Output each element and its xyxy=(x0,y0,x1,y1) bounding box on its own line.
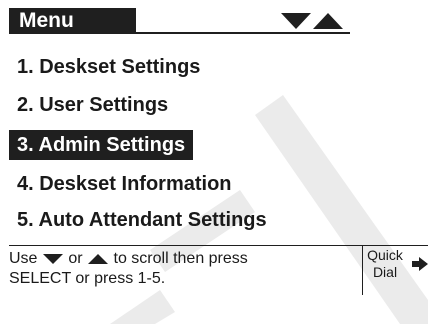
menu-item-label: 5. Auto Attendant Settings xyxy=(17,209,267,231)
menu-item-deskset-settings[interactable]: 1. Deskset Settings xyxy=(9,52,208,82)
menu-item-admin-settings[interactable]: 3. Admin Settings xyxy=(9,130,194,160)
menu-item-label: 2. User Settings xyxy=(17,94,169,116)
menu-item-user-settings[interactable]: 2. User Settings xyxy=(9,90,176,120)
phone-display: Menu 1. Deskset Settings 2. User Setting… xyxy=(0,0,428,324)
right-arrow-icon xyxy=(412,257,428,271)
divider xyxy=(9,245,428,246)
menu-item-label: 3. Admin Settings xyxy=(17,134,186,156)
softkey-label-line1: Quick xyxy=(367,247,403,263)
quick-dial-softkey[interactable]: Quick Dial xyxy=(365,247,405,281)
down-arrow-icon xyxy=(42,253,63,264)
hint-use: Use xyxy=(9,250,38,267)
hint-scroll: to scroll then press xyxy=(113,250,248,267)
title-bar: Menu xyxy=(9,4,424,34)
softkey-bar: Use or to scroll then press SELECT or pr… xyxy=(9,245,428,324)
softkey-label-line2: Dial xyxy=(372,264,398,280)
hint-line2: SELECT or press 1-5. xyxy=(9,270,166,287)
menu-item-deskset-information[interactable]: 4. Deskset Information xyxy=(9,169,240,199)
softkey-divider xyxy=(362,245,363,295)
help-text: Use or to scroll then press SELECT or pr… xyxy=(9,249,349,289)
title-underline xyxy=(136,32,350,34)
menu-item-label: 1. Deskset Settings xyxy=(17,56,201,78)
menu-item-label: 4. Deskset Information xyxy=(17,173,232,195)
menu-title: Menu xyxy=(9,8,136,34)
menu-item-auto-attendant-settings[interactable]: 5. Auto Attendant Settings xyxy=(9,205,275,235)
hint-or: or xyxy=(68,250,83,267)
up-arrow-icon xyxy=(88,253,109,264)
scroll-arrows-icon xyxy=(281,13,343,29)
